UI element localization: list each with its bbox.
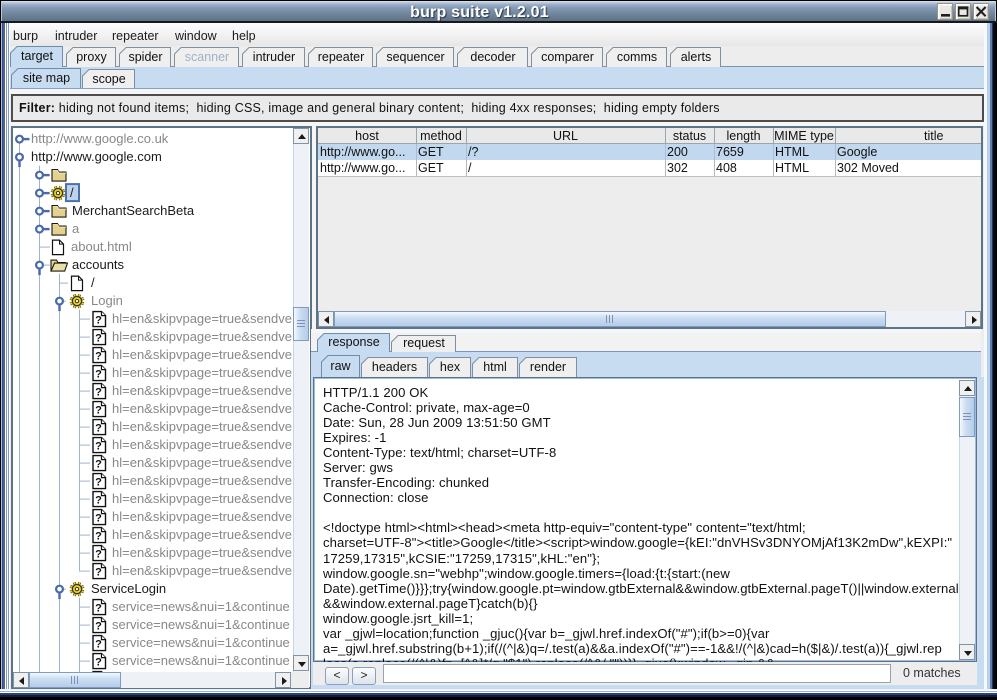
svg-text:accounts: accounts [72,257,125,272]
svg-text:service=news&nui=1&continue: service=news&nui=1&continue [112,653,290,668]
svg-text:?: ? [95,603,102,615]
svg-text:?: ? [95,369,102,381]
svg-text:?: ? [95,513,102,525]
svg-text:?: ? [95,549,102,561]
svg-text:hl=en&skipvpage=true&sendve: hl=en&skipvpage=true&sendve [112,545,292,560]
svg-text:/: / [91,275,95,290]
svg-text:hl=en&skipvpage=true&sendve: hl=en&skipvpage=true&sendve [112,437,292,452]
svg-text:?: ? [95,459,102,471]
svg-text:hl=en&skipvpage=true&sendve: hl=en&skipvpage=true&sendve [112,383,292,398]
svg-text:hl=en&skipvpage=true&sendve: hl=en&skipvpage=true&sendve [112,455,292,470]
svg-text:?: ? [95,315,102,327]
svg-text:?: ? [95,441,102,453]
svg-text:service=news&nui=1&continue: service=news&nui=1&continue [112,617,290,632]
svg-text:?: ? [95,423,102,435]
svg-text:ServiceLogin: ServiceLogin [91,581,166,596]
svg-text:hl=en&skipvpage=true&sendve: hl=en&skipvpage=true&sendve [112,347,292,362]
svg-text:/: / [70,185,74,200]
svg-text:?: ? [95,531,102,543]
svg-text:hl=en&skipvpage=true&sendve: hl=en&skipvpage=true&sendve [112,329,292,344]
svg-text:?: ? [95,387,102,399]
svg-text:service=news&nui=1&continue: service=news&nui=1&continue [112,635,290,650]
svg-text:MerchantSearchBeta: MerchantSearchBeta [72,203,195,218]
svg-text:http://www.google.com: http://www.google.com [31,149,162,164]
svg-text:hl=en&skipvpage=true&sendve: hl=en&skipvpage=true&sendve [112,509,292,524]
svg-text:?: ? [95,621,102,633]
svg-text:hl=en&skipvpage=true&sendve: hl=en&skipvpage=true&sendve [112,419,292,434]
svg-text:hl=en&skipvpage=true&sendve: hl=en&skipvpage=true&sendve [112,527,292,542]
svg-text:hl=en&skipvpage=true&sendve: hl=en&skipvpage=true&sendve [112,311,292,326]
svg-text:?: ? [95,639,102,651]
svg-text:?: ? [95,495,102,507]
svg-text:about.html: about.html [71,239,132,254]
svg-text:hl=en&skipvpage=true&sendve: hl=en&skipvpage=true&sendve [112,365,292,380]
svg-text:hl=en&skipvpage=true&sendve: hl=en&skipvpage=true&sendve [112,563,292,578]
svg-text:?: ? [95,567,102,579]
svg-text:?: ? [95,333,102,345]
svg-text:hl=en&skipvpage=true&sendve: hl=en&skipvpage=true&sendve [112,473,292,488]
svg-text:service=news&nui=1&continue: service=news&nui=1&continue [112,599,290,614]
svg-text:hl=en&skipvpage=true&sendve: hl=en&skipvpage=true&sendve [112,491,292,506]
svg-text:a: a [72,221,80,236]
svg-text:?: ? [95,351,102,363]
svg-text:hl=en&skipvpage=true&sendve: hl=en&skipvpage=true&sendve [112,401,292,416]
svg-text:?: ? [95,405,102,417]
svg-text:http://www.google.co.uk: http://www.google.co.uk [31,131,169,146]
svg-text:?: ? [95,477,102,489]
svg-text:?: ? [95,657,102,669]
svg-text:Login: Login [91,293,123,308]
